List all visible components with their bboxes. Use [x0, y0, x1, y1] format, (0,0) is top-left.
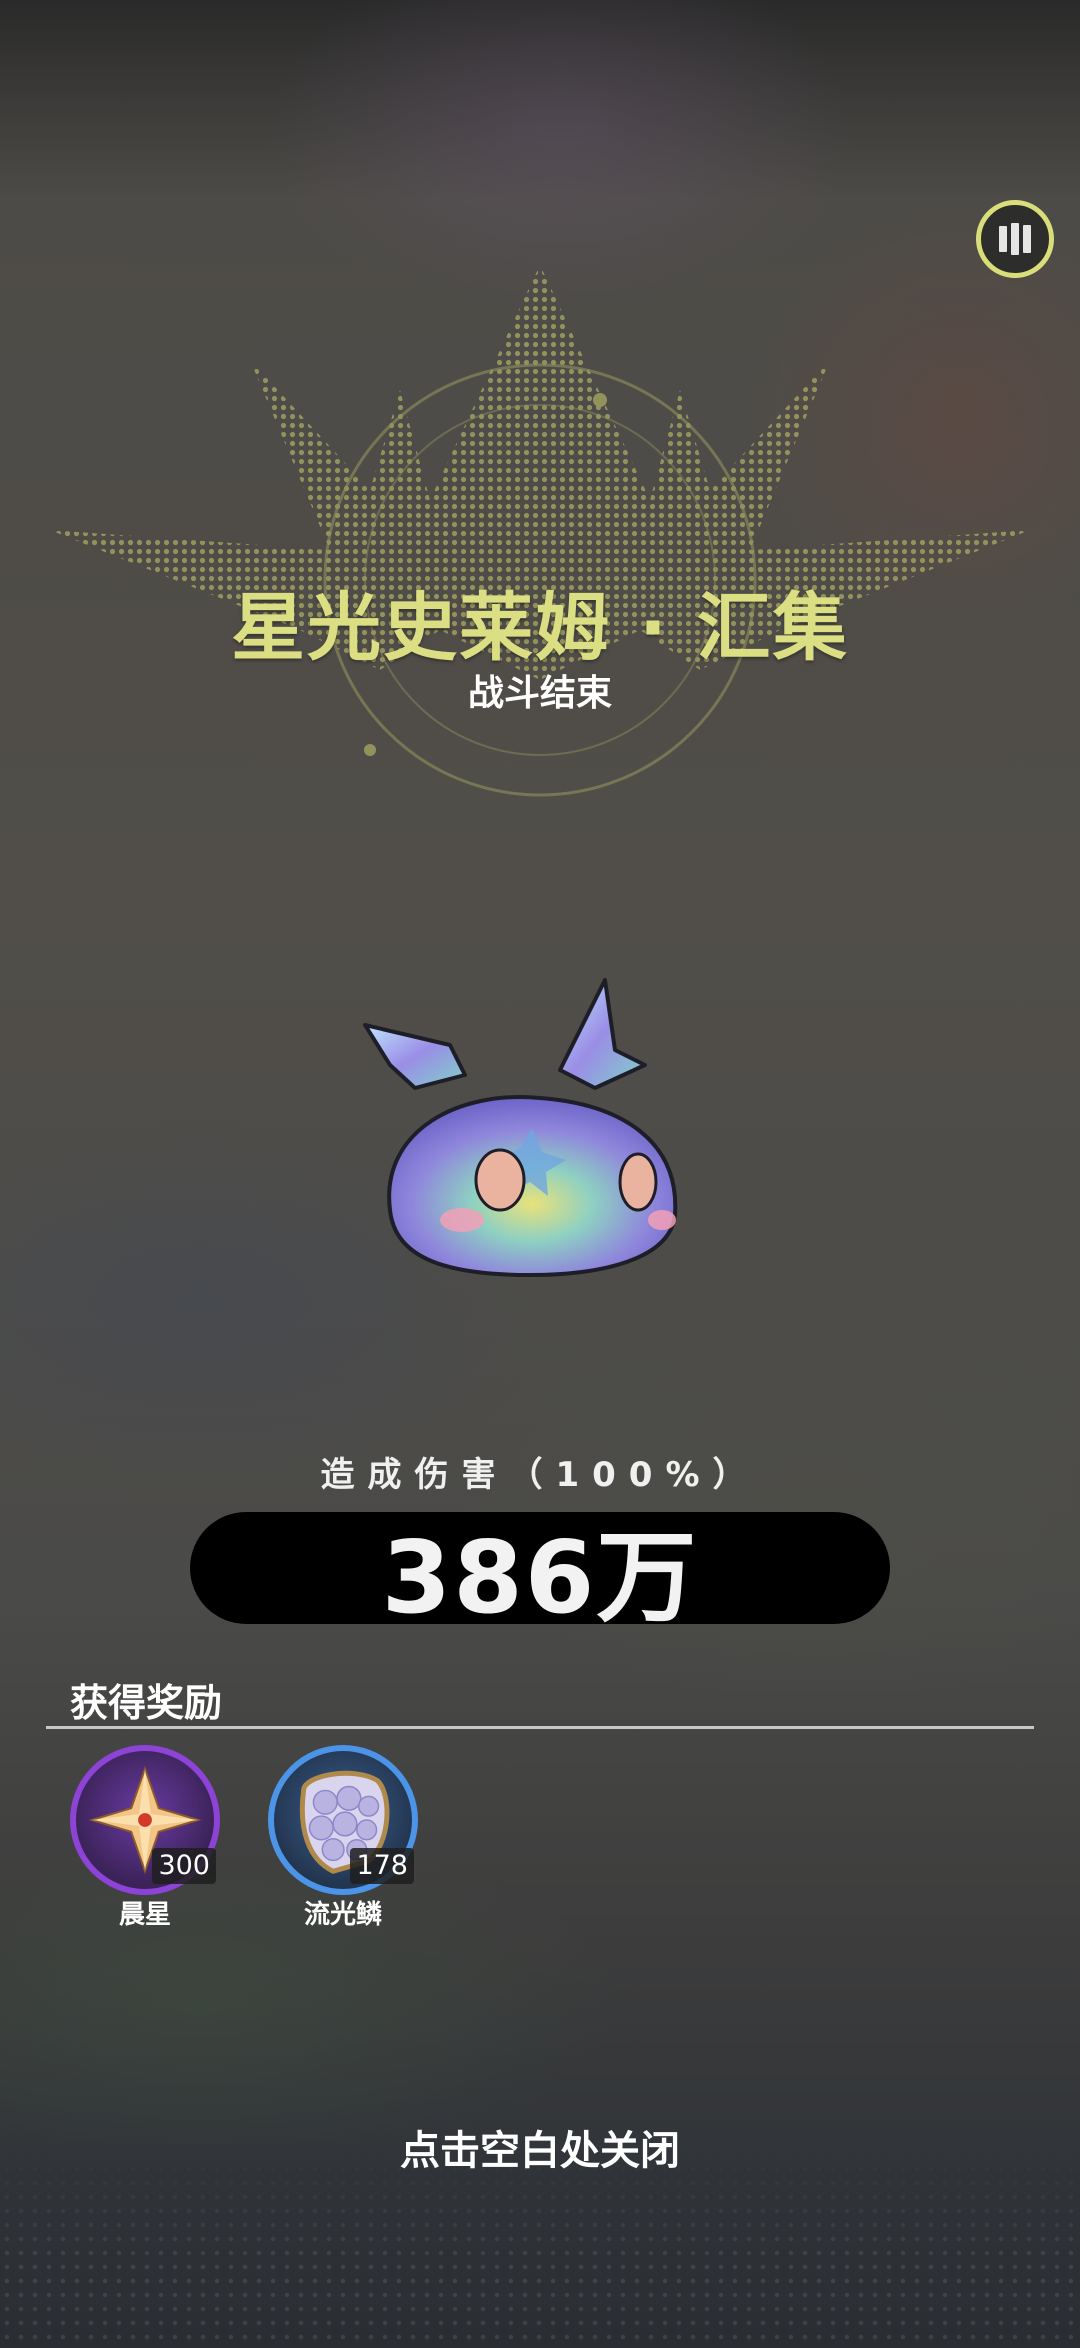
page-subtitle: 战斗结束	[467, 673, 612, 714]
close-hint[interactable]: 点击空白处关闭	[0, 2118, 1080, 2176]
bar-chart-icon	[999, 226, 1007, 252]
reward-item[interactable]: 300 晨星	[70, 1745, 220, 1930]
starlight-slime-icon	[363, 978, 678, 1277]
reward-item[interactable]: 178 流光鳞	[268, 1745, 418, 1930]
reward-name: 晨星	[118, 1900, 171, 1930]
damage-label: 造成伤害（100%）	[320, 1455, 760, 1495]
rewards-title: 获得奖励	[70, 1681, 223, 1725]
page-title: 星光史莱姆 · 汇集	[231, 585, 849, 671]
damage-panel: 386万	[190, 1512, 890, 1636]
reward-count: 300	[152, 1848, 216, 1884]
bottom-pattern	[0, 2148, 1080, 2348]
damage-value: 386万	[381, 1518, 699, 1636]
rewards-divider	[46, 1726, 1034, 1729]
reward-count: 178	[350, 1848, 414, 1884]
crown-emblem-icon	[50, 265, 1030, 797]
bar-chart-icon-bar	[1023, 225, 1031, 253]
reward-name: 流光鳞	[303, 1900, 382, 1930]
